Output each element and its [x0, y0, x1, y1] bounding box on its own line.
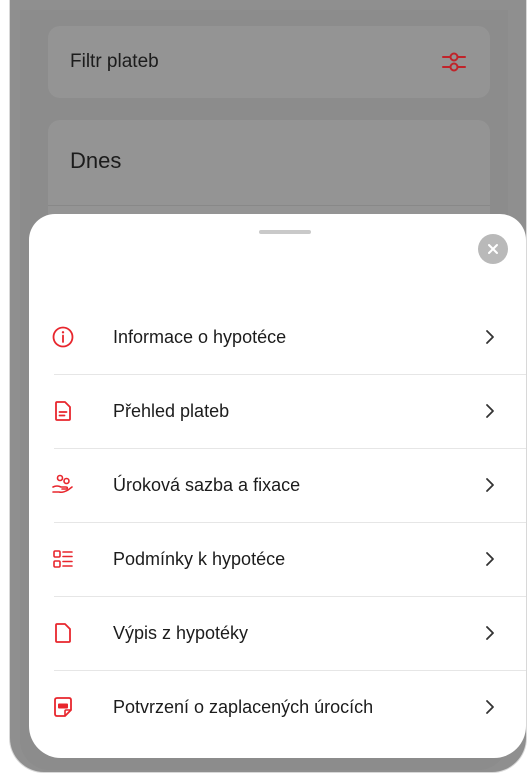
- checklist-icon: [51, 547, 75, 571]
- menu-item-label: Informace o hypotéce: [113, 326, 287, 347]
- document-list-icon: [51, 399, 75, 423]
- menu-item-label: Potvrzení o zaplacených úrocích: [113, 696, 374, 717]
- menu-item-mortgage-info[interactable]: Informace o hypotéce: [29, 300, 526, 374]
- document-icon: [51, 621, 75, 645]
- menu-item-payment-overview[interactable]: Přehled plateb: [29, 374, 526, 448]
- sliders-icon: [442, 52, 466, 72]
- payment-filter-label: Filtr plateb: [70, 51, 159, 72]
- payment-filter[interactable]: Filtr plateb: [48, 26, 490, 98]
- screen: Filtr plateb Dnes Informace o hypotéce P…: [0, 0, 528, 780]
- menu-item-label: Podmínky k hypotéce: [113, 548, 286, 569]
- close-icon: [488, 244, 498, 254]
- chevron-right-icon: [486, 700, 494, 714]
- menu-item-mortgage-statement[interactable]: Výpis z hypotéky: [29, 596, 526, 670]
- hand-coins-icon: [51, 473, 75, 497]
- bottom-sheet: Informace o hypotéce Přehled plateb Úrok…: [29, 214, 526, 758]
- close-button[interactable]: [478, 234, 508, 264]
- chevron-right-icon: [486, 404, 494, 418]
- menu-item-interest-rate[interactable]: Úroková sazba a fixace: [29, 448, 526, 522]
- chevron-right-icon: [486, 626, 494, 640]
- menu-item-label: Výpis z hypotéky: [113, 622, 249, 643]
- pdf-icon: [51, 695, 75, 719]
- menu-item-interest-confirmation[interactable]: Potvrzení o zaplacených úrocích: [29, 670, 526, 744]
- divider: [48, 205, 490, 206]
- menu-item-label: Přehled plateb: [113, 400, 230, 421]
- mortgage-menu: Informace o hypotéce Přehled plateb Úrok…: [29, 300, 526, 744]
- sheet-grabber[interactable]: [259, 230, 311, 234]
- menu-item-label: Úroková sazba a fixace: [113, 474, 301, 495]
- today-title: Dnes: [70, 148, 122, 173]
- info-circle-icon: [51, 325, 75, 349]
- chevron-right-icon: [486, 330, 494, 344]
- menu-item-mortgage-conditions[interactable]: Podmínky k hypotéce: [29, 522, 526, 596]
- chevron-right-icon: [486, 478, 494, 492]
- chevron-right-icon: [486, 552, 494, 566]
